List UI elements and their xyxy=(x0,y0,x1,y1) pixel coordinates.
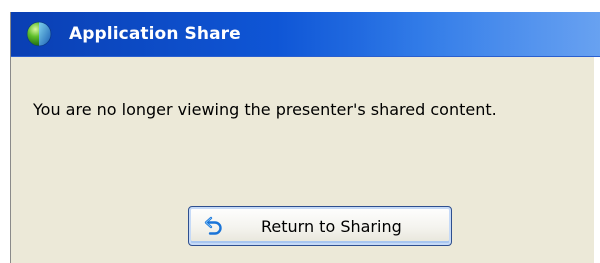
window-title: Application Share xyxy=(69,24,241,44)
globe-icon xyxy=(26,21,52,47)
title-bar: Application Share xyxy=(11,12,600,57)
return-arrow-icon xyxy=(204,216,222,235)
application-share-window: Application Share You are no longer view… xyxy=(10,12,600,263)
return-to-sharing-button[interactable]: Return to Sharing xyxy=(188,206,452,246)
status-message: You are no longer viewing the presenter'… xyxy=(33,100,497,119)
return-to-sharing-label: Return to Sharing xyxy=(261,217,402,236)
title-bar-fade xyxy=(351,12,600,56)
